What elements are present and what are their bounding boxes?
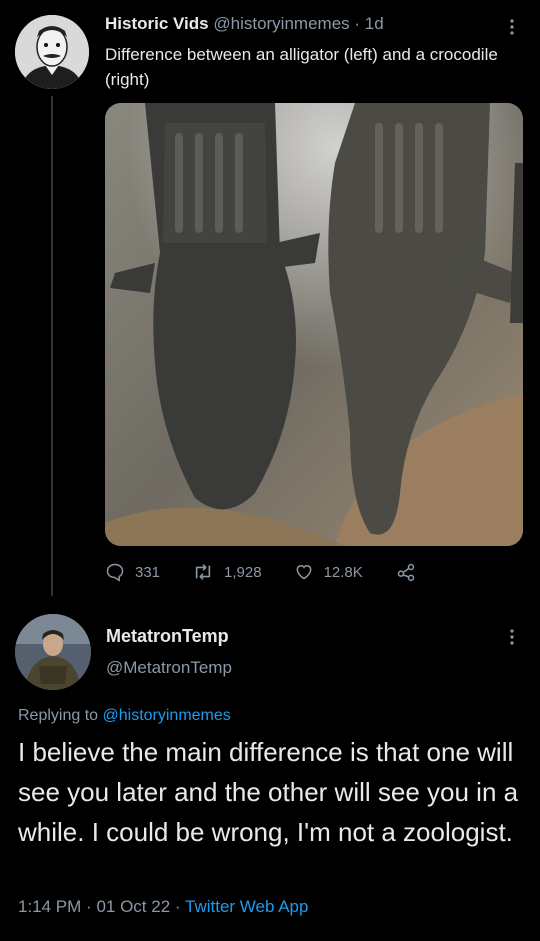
reply-author-handle[interactable]: @MetatronTemp [106,658,232,678]
retweet-count: 1,928 [224,563,262,581]
tweet-age[interactable]: 1d [365,14,384,33]
reply-date[interactable]: 01 Oct 22 [96,897,170,916]
separator: · [354,14,361,33]
retweet-button[interactable]: 1,928 [192,562,262,582]
meta-dot-1: · [86,897,92,916]
reply-icon [106,563,124,582]
thread-line [51,96,53,596]
tweet-actions: 331 1,928 12.8K [105,561,459,583]
reply-more-icon[interactable] [509,628,515,646]
avatar-historic-vids[interactable] [15,15,89,89]
share-icon [397,563,415,582]
replying-to-link[interactable]: @historyinmemes [103,707,231,724]
reply-client[interactable]: Twitter Web App [185,897,308,916]
author-handle[interactable]: @historyinmemes [213,14,349,33]
replying-prefix: Replying to [18,707,99,724]
share-button[interactable] [395,562,427,582]
like-icon [296,565,311,580]
reply-author-name[interactable]: MetatronTemp [106,626,229,647]
reply-text: I believe the main difference is that on… [18,737,519,847]
like-count: 12.8K [323,563,363,581]
author-name[interactable]: Historic Vids [105,14,209,33]
retweet-icon [195,564,211,580]
tweet-text: Difference between an alligator (left) a… [105,45,498,89]
reply-time[interactable]: 1:14 PM [18,897,81,916]
meta-dot-2: · [174,897,181,916]
replying-to: Replying to @historyinmemes [18,707,231,725]
tweet-header: Historic Vids @historyinmemes · 1d [105,14,384,34]
tweet-image[interactable] [105,103,523,546]
reply-count: 331 [135,563,161,581]
reply-button[interactable]: 331 [105,562,160,582]
like-button[interactable]: 12.8K [294,562,363,582]
more-icon[interactable] [509,18,515,36]
reply-meta: 1:14 PM · 01 Oct 22 · Twitter Web App [18,897,308,917]
avatar-metatrontemp[interactable] [15,614,91,690]
